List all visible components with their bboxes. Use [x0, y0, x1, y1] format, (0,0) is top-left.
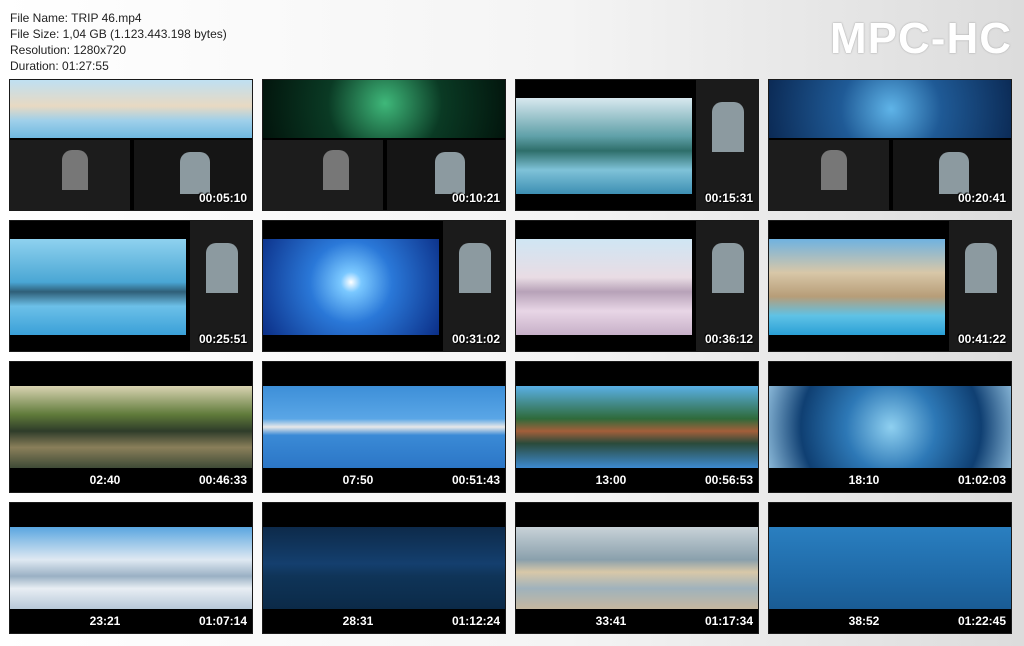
thumbnail[interactable]: 00:15:31	[515, 79, 759, 211]
thumbnail[interactable]: 00:10:21	[262, 79, 506, 211]
duration: Duration: 01:27:55	[10, 59, 109, 73]
timestamp: 00:51:43	[451, 473, 500, 487]
video-clock: 07:50	[342, 473, 374, 487]
thumbnail[interactable]: 00:31:02	[262, 220, 506, 352]
timestamp: 01:12:24	[451, 614, 500, 628]
thumbnail[interactable]: 00:25:51	[9, 220, 253, 352]
thumbnail[interactable]: 00:05:10	[9, 79, 253, 211]
timestamp: 00:05:10	[198, 191, 247, 205]
timestamp: 00:31:02	[451, 332, 500, 346]
timestamp: 00:25:51	[198, 332, 247, 346]
video-clock: 13:00	[595, 473, 627, 487]
thumbnail[interactable]: 38:52 01:22:45	[768, 502, 1012, 634]
timestamp: 01:17:34	[704, 614, 753, 628]
timestamp: 00:10:21	[451, 191, 500, 205]
resolution: Resolution: 1280x720	[10, 43, 127, 57]
thumbnail[interactable]: 02:40 00:46:33	[9, 361, 253, 493]
timestamp: 00:46:33	[198, 473, 247, 487]
video-clock: 18:10	[848, 473, 880, 487]
thumbnail[interactable]: 00:41:22	[768, 220, 1012, 352]
timestamp: 00:56:53	[704, 473, 753, 487]
file-info: File Name: TRIP 46.mp4 File Size: 1,04 G…	[10, 10, 227, 74]
timestamp: 00:36:12	[704, 332, 753, 346]
video-clock: 38:52	[848, 614, 880, 628]
timestamp: 01:22:45	[957, 614, 1006, 628]
app-logo: MPC-HC	[830, 14, 1012, 63]
video-clock: 02:40	[89, 473, 121, 487]
timestamp: 00:15:31	[704, 191, 753, 205]
timestamp: 00:41:22	[957, 332, 1006, 346]
video-clock: 33:41	[595, 614, 627, 628]
thumbnail-grid: 00:05:10 00:10:21 00:15:31 00:20:41 00:2…	[9, 79, 1013, 639]
thumbnail[interactable]: 23:21 01:07:14	[9, 502, 253, 634]
thumbnail[interactable]: 33:41 01:17:34	[515, 502, 759, 634]
video-clock: 23:21	[89, 614, 121, 628]
thumbnail[interactable]: 07:50 00:51:43	[262, 361, 506, 493]
thumbnail[interactable]: 28:31 01:12:24	[262, 502, 506, 634]
video-clock: 28:31	[342, 614, 374, 628]
file-name: File Name: TRIP 46.mp4	[10, 11, 142, 25]
file-size: File Size: 1,04 GB (1.123.443.198 bytes)	[10, 27, 227, 41]
thumbnail[interactable]: 00:36:12	[515, 220, 759, 352]
thumbnail[interactable]: 13:00 00:56:53	[515, 361, 759, 493]
thumbnail[interactable]: 18:10 01:02:03	[768, 361, 1012, 493]
timestamp: 01:02:03	[957, 473, 1006, 487]
thumbnail[interactable]: 00:20:41	[768, 79, 1012, 211]
timestamp: 01:07:14	[198, 614, 247, 628]
timestamp: 00:20:41	[957, 191, 1006, 205]
